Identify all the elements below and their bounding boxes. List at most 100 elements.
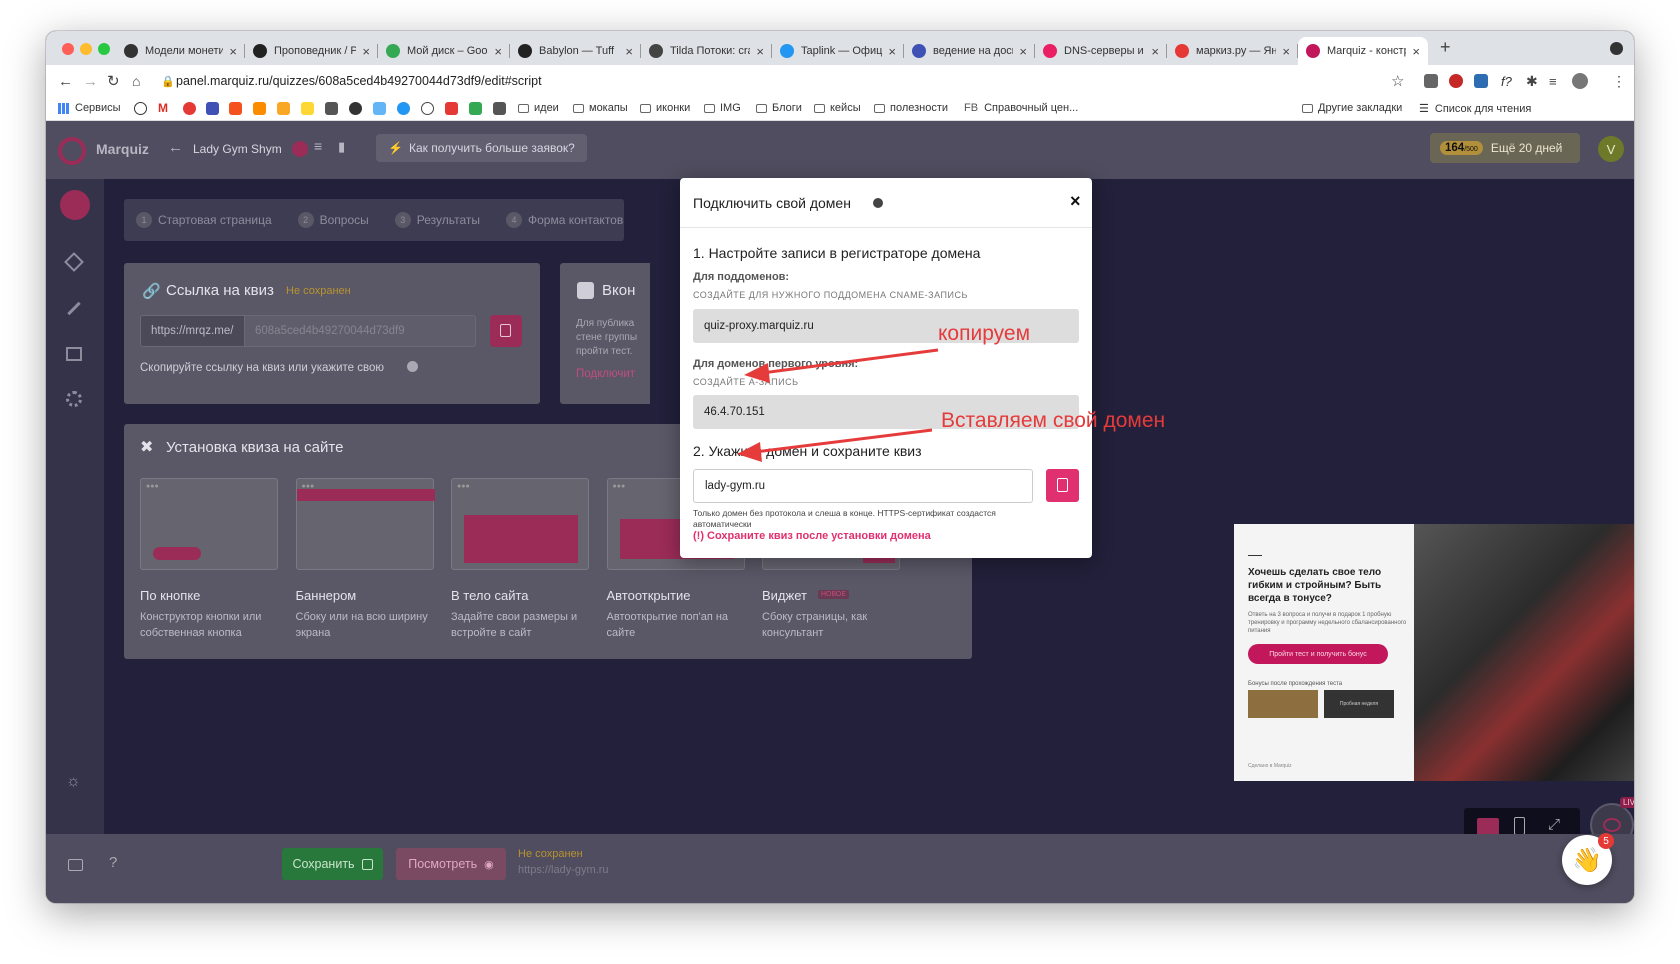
other-bookmarks[interactable]: Другие закладки: [1302, 102, 1402, 114]
lock-icon[interactable]: 🔒: [161, 75, 175, 88]
reload-icon[interactable]: ↻: [107, 72, 120, 90]
circle-icon[interactable]: [349, 102, 362, 115]
preview-button[interactable]: Посмотреть ◉: [396, 848, 506, 880]
bookmark-folder[interactable]: полезности: [874, 102, 948, 114]
reading-list-icon[interactable]: ≡: [1549, 74, 1557, 89]
browser-tab[interactable]: Проповедник / Pr ×: [245, 37, 378, 65]
close-modal-button[interactable]: ×: [1070, 191, 1081, 212]
install-option[interactable]: ●●● По кнопке Конструктор кнопки или собст…: [140, 478, 278, 653]
step-tab[interactable]: 1 Стартовая страница: [136, 212, 272, 228]
reading-list[interactable]: ☰ Список для чтения: [1419, 102, 1531, 116]
notes-icon[interactable]: [301, 102, 314, 115]
step-tab[interactable]: 3 Результаты: [394, 212, 480, 228]
site-icon[interactable]: [397, 102, 410, 115]
apps-bookmark[interactable]: Сервисы: [58, 102, 121, 114]
analytics-icon[interactable]: [277, 102, 290, 115]
code-icon[interactable]: [325, 102, 338, 115]
close-tab-icon[interactable]: ×: [1412, 44, 1420, 59]
integration-icon[interactable]: [66, 347, 82, 361]
bookmark-fb[interactable]: FB Справочный цен...: [964, 102, 1078, 114]
browser-tab[interactable]: Marquiz - констру ×: [1298, 37, 1428, 65]
close-tab-icon[interactable]: ×: [1282, 44, 1290, 59]
edit-pencil-icon[interactable]: [60, 190, 90, 220]
profile-avatar[interactable]: [1572, 73, 1588, 89]
gmail-icon[interactable]: M: [158, 102, 171, 115]
list-icon[interactable]: ≡: [314, 138, 322, 154]
install-option[interactable]: ●●● В тело сайта Задайте свои размеры и вс…: [451, 478, 589, 653]
info-icon[interactable]: [407, 361, 418, 372]
tilda-icon[interactable]: [421, 102, 434, 115]
close-tab-icon[interactable]: ×: [625, 44, 633, 59]
extension-icon[interactable]: [1474, 74, 1488, 88]
domain-input[interactable]: lady-gym.ru: [693, 469, 1033, 503]
help-button[interactable]: ?: [109, 854, 117, 871]
stats-icon[interactable]: ▮: [338, 139, 345, 155]
close-tab-icon[interactable]: ×: [1151, 44, 1159, 59]
cloud-icon[interactable]: [373, 102, 386, 115]
desktop-view-icon[interactable]: [1477, 818, 1499, 835]
chart-icon[interactable]: [445, 102, 458, 115]
plan-badge[interactable]: 164/500 Ещё 20 дней: [1430, 133, 1580, 163]
leads-tip-button[interactable]: ⚡ Как получить больше заявок?: [376, 134, 587, 162]
translate-icon[interactable]: [206, 102, 219, 115]
back-arrow-icon[interactable]: ←: [168, 139, 183, 156]
copy-domain-button[interactable]: [1046, 469, 1079, 502]
youtube-icon[interactable]: [134, 102, 147, 115]
tab-search-icon[interactable]: [1610, 42, 1623, 55]
zoom-window-icon[interactable]: [98, 43, 110, 55]
install-option[interactable]: ●●● Баннером Сбоку или на всю ширину экран…: [295, 478, 435, 653]
bookmark-folder[interactable]: иконки: [640, 102, 690, 114]
browser-tab[interactable]: DNS-серверы и у ×: [1035, 37, 1167, 65]
close-window-icon[interactable]: [62, 43, 74, 55]
close-tab-icon[interactable]: ×: [1019, 44, 1027, 59]
browser-tab[interactable]: ведение на доске ×: [904, 37, 1035, 65]
close-tab-icon[interactable]: ×: [362, 44, 370, 59]
book-icon[interactable]: [493, 102, 506, 115]
mobile-view-icon[interactable]: [1514, 817, 1525, 835]
extension-icon[interactable]: [1424, 74, 1438, 88]
forward-icon[interactable]: →: [83, 73, 98, 90]
puzzle-icon[interactable]: ✱: [1526, 73, 1538, 90]
close-tab-icon[interactable]: ×: [229, 44, 237, 59]
site-url[interactable]: https://lady-gym.ru: [518, 864, 608, 876]
brush-icon[interactable]: [67, 301, 81, 316]
browser-tab[interactable]: Модели монетиза ×: [116, 37, 245, 65]
lightbulb-icon[interactable]: ☼: [66, 773, 81, 791]
vk-connect-link[interactable]: Подключит: [576, 368, 635, 380]
close-tab-icon[interactable]: ×: [888, 44, 896, 59]
browser-tab[interactable]: Taplink — Офици ×: [772, 37, 904, 65]
home-icon[interactable]: ⌂: [132, 73, 140, 89]
extension-icon[interactable]: [1449, 74, 1463, 88]
menu-icon[interactable]: ⋮: [1612, 73, 1626, 90]
drive-icon[interactable]: [469, 102, 482, 115]
user-avatar[interactable]: V: [1598, 136, 1624, 162]
folder-icon[interactable]: [68, 859, 83, 871]
figma-icon[interactable]: [229, 102, 242, 115]
minimize-window-icon[interactable]: [80, 43, 92, 55]
new-tab-icon[interactable]: +: [1440, 37, 1451, 58]
bookmark-folder[interactable]: идеи: [518, 102, 559, 114]
preview-cta-button[interactable]: Пройти тест и получить бонус: [1248, 644, 1388, 664]
bookmark-folder[interactable]: кейсы: [814, 102, 861, 114]
browser-tab[interactable]: Мой диск – Googl ×: [378, 37, 510, 65]
back-icon[interactable]: ←: [58, 73, 73, 90]
step-tab[interactable]: 4 Форма контактов: [505, 212, 623, 228]
link-slug-input[interactable]: 608a5ced4b49270044d73df9: [244, 315, 476, 347]
browser-tab[interactable]: Babylon — Tuff ×: [510, 37, 641, 65]
browser-tab[interactable]: маркиз.ру — Янд ×: [1167, 37, 1298, 65]
save-button[interactable]: Сохранить: [282, 848, 383, 880]
browser-tab[interactable]: Tilda Потоки: craf ×: [641, 37, 772, 65]
analytics-icon[interactable]: [253, 102, 266, 115]
bookmark-folder[interactable]: IMG: [704, 102, 741, 114]
copy-link-button[interactable]: [490, 315, 522, 347]
formula-extension-icon[interactable]: f?: [1501, 74, 1512, 89]
fullscreen-icon[interactable]: ⤢: [1548, 816, 1560, 833]
bookmark-star-icon[interactable]: ☆: [1391, 72, 1404, 90]
tag-icon[interactable]: [64, 252, 84, 272]
address-bar[interactable]: panel.marquiz.ru/quizzes/608a5ced4b49270…: [176, 74, 542, 88]
edit-name-icon[interactable]: [292, 141, 308, 157]
info-icon[interactable]: [873, 198, 883, 208]
yandex-icon[interactable]: [183, 102, 196, 115]
close-tab-icon[interactable]: ×: [494, 44, 502, 59]
bookmark-folder[interactable]: мокапы: [573, 102, 628, 114]
